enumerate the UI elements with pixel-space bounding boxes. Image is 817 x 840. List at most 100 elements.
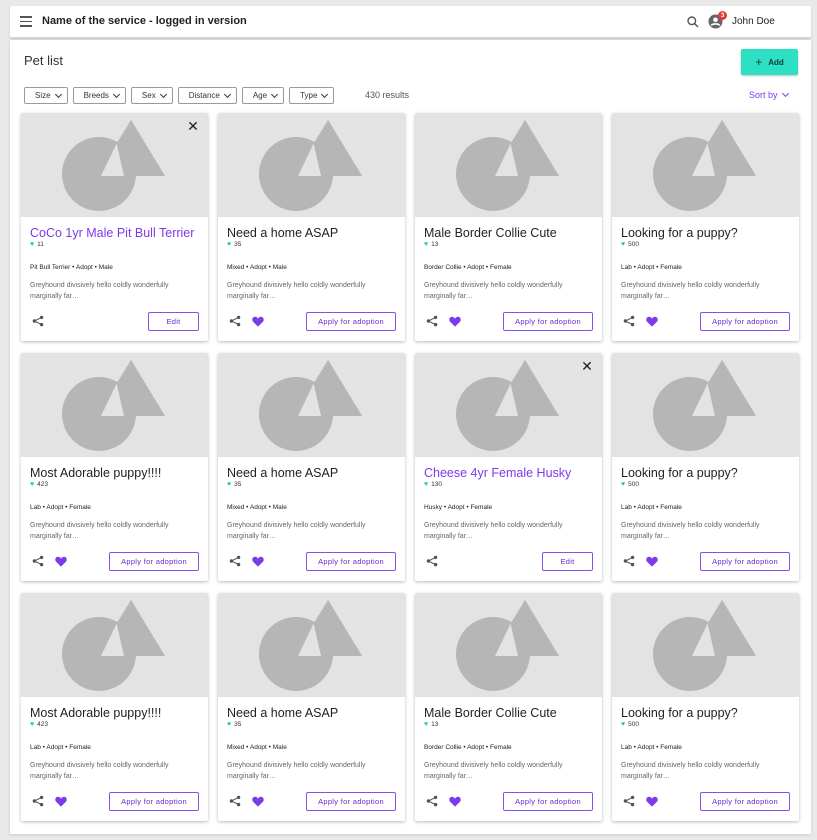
card-title[interactable]: Need a home ASAP (227, 706, 399, 720)
share-icon[interactable] (32, 315, 44, 327)
pet-image[interactable] (415, 113, 602, 217)
share-icon[interactable] (426, 315, 438, 327)
card-title[interactable]: Cheese 4yr Female Husky (424, 466, 596, 480)
edit-button[interactable]: Edit (148, 312, 199, 331)
card-title[interactable]: Male Border Collie Cute (424, 226, 596, 240)
filter-label: Type (300, 91, 318, 100)
pet-image[interactable] (612, 593, 799, 697)
like-count: ♥ 500 (621, 241, 639, 248)
add-button-label: Add (768, 57, 784, 67)
card-meta: Lab • Adopt • Female (621, 744, 682, 751)
user-name[interactable]: John Doe (732, 16, 775, 27)
pet-image[interactable] (415, 593, 602, 697)
like-count-value: 35 (234, 481, 242, 488)
close-icon[interactable]: ✕ (580, 359, 594, 373)
apply-for-adoption-button[interactable]: Apply for adoption (700, 312, 790, 331)
heart-icon[interactable] (252, 316, 264, 327)
pet-card[interactable]: Need a home ASAP ♥ 35 Mixed • Adopt • Male G… (218, 113, 405, 341)
apply-for-adoption-button[interactable]: Apply for adoption (503, 792, 593, 811)
card-description: Greyhound divisively hello coldly wonder… (30, 522, 169, 540)
share-icon[interactable] (426, 795, 438, 807)
share-icon[interactable] (426, 555, 438, 567)
heart-icon[interactable] (646, 316, 658, 327)
heart-icon[interactable] (646, 556, 658, 567)
heart-icon[interactable] (252, 556, 264, 567)
apply-for-adoption-button[interactable]: Apply for adoption (503, 312, 593, 331)
results-count: 430 results (365, 90, 410, 100)
share-icon[interactable] (32, 555, 44, 567)
pet-card[interactable]: ✕ Cheese 4yr Female Husky ♥ 130 Husky • Adop… (415, 353, 602, 581)
share-icon[interactable] (623, 795, 635, 807)
card-title[interactable]: Most Adorable puppy!!!! (30, 706, 202, 720)
heart-icon[interactable] (449, 796, 461, 807)
pet-image[interactable] (612, 113, 799, 217)
heart-icon[interactable] (55, 796, 67, 807)
filter-type[interactable]: Type (289, 87, 335, 104)
card-title[interactable]: Most Adorable puppy!!!! (30, 466, 202, 480)
apply-for-adoption-button[interactable]: Apply for adoption (109, 552, 199, 571)
apply-for-adoption-button[interactable]: Apply for adoption (700, 552, 790, 571)
share-icon[interactable] (623, 555, 635, 567)
heart-icon: ♥ (424, 481, 429, 488)
heart-icon[interactable] (646, 796, 658, 807)
chevron-down-icon (159, 90, 167, 98)
pet-card[interactable]: Most Adorable puppy!!!! ♥ 423 Lab • Adopt •… (21, 593, 208, 821)
close-icon[interactable]: ✕ (186, 119, 200, 133)
heart-icon[interactable] (252, 796, 264, 807)
card-description: Greyhound divisively hello coldly wonder… (621, 522, 760, 540)
card-meta: Mixed • Adopt • Male (227, 264, 287, 271)
filter-distance[interactable]: Distance (177, 87, 237, 104)
heart-icon[interactable] (55, 556, 67, 567)
card-title[interactable]: CoCo 1yr Male Pit Bull Terrier (30, 226, 202, 240)
card-meta: Lab • Adopt • Female (30, 504, 91, 511)
image-placeholder-icon (456, 120, 559, 211)
pet-image[interactable] (415, 353, 602, 457)
pet-card[interactable]: Male Border Collie Cute ♥ 13 Border Collie … (415, 113, 602, 341)
card-title[interactable]: Need a home ASAP (227, 226, 399, 240)
heart-icon[interactable] (449, 316, 461, 327)
main-panel: Pet list + Add Size Breeds Sex Distance … (10, 40, 811, 834)
share-icon[interactable] (623, 315, 635, 327)
share-icon[interactable] (229, 795, 241, 807)
filter-breeds[interactable]: Breeds (72, 87, 126, 104)
apply-for-adoption-button[interactable]: Apply for adoption (306, 792, 396, 811)
filter-age[interactable]: Age (241, 87, 285, 104)
filter-size[interactable]: Size (24, 87, 68, 104)
chevron-down-icon (271, 90, 279, 98)
apply-for-adoption-button[interactable]: Apply for adoption (700, 792, 790, 811)
pet-image[interactable] (218, 113, 405, 217)
card-title[interactable]: Looking for a puppy? (621, 466, 793, 480)
card-title[interactable]: Looking for a puppy? (621, 226, 793, 240)
pet-image[interactable] (612, 353, 799, 457)
pet-image[interactable] (21, 353, 208, 457)
sort-by-dropdown[interactable]: Sort by (749, 89, 789, 100)
pet-card[interactable]: ✕ CoCo 1yr Male Pit Bull Terrier ♥ 11 Pit Bu… (21, 113, 208, 341)
card-description: Greyhound divisively hello coldly wonder… (30, 282, 169, 300)
pet-card[interactable]: Most Adorable puppy!!!! ♥ 423 Lab • Adopt •… (21, 353, 208, 581)
filter-sex[interactable]: Sex (130, 87, 173, 104)
card-title[interactable]: Looking for a puppy? (621, 706, 793, 720)
card-title[interactable]: Need a home ASAP (227, 466, 399, 480)
pet-card[interactable]: Looking for a puppy? ♥ 500 Lab • Adopt • Fe… (612, 113, 799, 341)
pet-card[interactable]: Male Border Collie Cute ♥ 13 Border Collie … (415, 593, 602, 821)
pet-image[interactable] (218, 593, 405, 697)
pet-image[interactable] (218, 353, 405, 457)
pet-card[interactable]: Looking for a puppy? ♥ 500 Lab • Adopt • Fe… (612, 593, 799, 821)
share-icon[interactable] (32, 795, 44, 807)
pet-card[interactable]: Need a home ASAP ♥ 35 Mixed • Adopt • Male G… (218, 593, 405, 821)
edit-button[interactable]: Edit (542, 552, 593, 571)
pet-image[interactable] (21, 593, 208, 697)
search-icon[interactable] (686, 15, 700, 29)
apply-for-adoption-button[interactable]: Apply for adoption (109, 792, 199, 811)
share-icon[interactable] (229, 315, 241, 327)
pet-card[interactable]: Looking for a puppy? ♥ 500 Lab • Adopt • Fe… (612, 353, 799, 581)
card-title[interactable]: Male Border Collie Cute (424, 706, 596, 720)
menu-icon[interactable] (20, 16, 32, 27)
pet-image[interactable] (21, 113, 208, 217)
add-button[interactable]: + Add (741, 49, 798, 75)
share-icon[interactable] (229, 555, 241, 567)
apply-for-adoption-button[interactable]: Apply for adoption (306, 312, 396, 331)
filter-label: Size (35, 91, 51, 100)
pet-card[interactable]: Need a home ASAP ♥ 35 Mixed • Adopt • Male G… (218, 353, 405, 581)
apply-for-adoption-button[interactable]: Apply for adoption (306, 552, 396, 571)
